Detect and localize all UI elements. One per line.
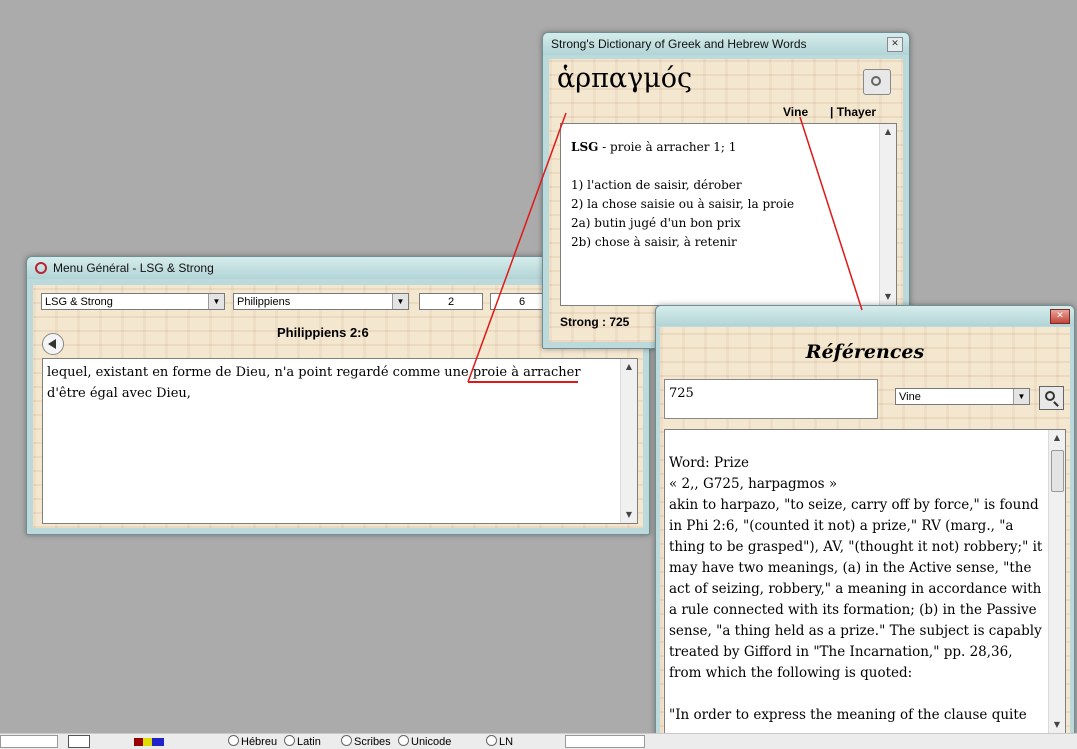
strong-number: Strong : 725	[560, 315, 630, 329]
references-window: ✕ Références 725 Vine ▼ Word: Prize « 2,…	[655, 305, 1075, 744]
radio-hebrew[interactable]: Hébreu	[228, 735, 277, 748]
tab-vine[interactable]: Vine	[783, 105, 808, 119]
references-scrollbar[interactable]: ▲ ▼	[1048, 430, 1065, 733]
app-logo-icon	[35, 262, 47, 274]
source-select[interactable]: Vine ▼	[895, 388, 1030, 405]
references-client: Références 725 Vine ▼ Word: Prize « 2,, …	[660, 327, 1070, 741]
speaker-button[interactable]	[863, 69, 891, 95]
back-arrow-icon	[48, 339, 56, 349]
scroll-up-icon[interactable]: ▲	[1049, 430, 1065, 446]
version-select-value: LSG & Strong	[45, 296, 113, 308]
book-select[interactable]: Philippiens ▼	[233, 293, 409, 310]
toolbar-button[interactable]	[68, 735, 90, 748]
references-text-area[interactable]: Word: Prize « 2,, G725, harpagmos » akin…	[664, 429, 1066, 734]
radio-label: Scribes	[354, 736, 391, 748]
radio-icon	[398, 735, 409, 746]
search-button[interactable]	[1039, 386, 1064, 410]
menu-window-title: Menu Général - LSG & Strong	[53, 261, 214, 275]
scroll-up-icon[interactable]: ▲	[880, 124, 896, 140]
search-book-icon	[1045, 391, 1055, 401]
verse-reference: Philippiens 2:6	[277, 325, 369, 340]
book-select-value: Philippiens	[237, 296, 291, 308]
toolbar-box[interactable]	[0, 735, 58, 748]
reference-paragraph: "In order to express the meaning of the …	[669, 707, 1027, 723]
verse-text-start: lequel, existant en forme de Dieu, n'a p…	[47, 365, 473, 380]
scroll-down-icon[interactable]: ▼	[880, 289, 896, 305]
chevron-down-icon[interactable]: ▼	[208, 294, 224, 309]
radio-unicode[interactable]: Unicode	[398, 735, 451, 748]
bottom-toolbar: Hébreu Latin Scribes Unicode LN	[0, 733, 1077, 749]
lsg-line: LSG - proie à arracher 1; 1	[571, 138, 874, 157]
reference-paragraph: « 2,, G725, harpagmos »	[669, 476, 838, 492]
radio-label: Unicode	[411, 736, 452, 748]
scroll-up-icon[interactable]: ▲	[621, 359, 637, 375]
strongs-titlebar[interactable]: Strong's Dictionary of Greek and Hebrew …	[543, 33, 909, 55]
definition-item: 1) l'action de saisir, dérober	[571, 178, 742, 192]
radio-icon	[341, 735, 352, 746]
strongs-dictionary-window: Strong's Dictionary of Greek and Hebrew …	[542, 32, 910, 349]
scroll-down-icon[interactable]: ▼	[1049, 717, 1065, 733]
version-select[interactable]: LSG & Strong ▼	[41, 293, 225, 310]
chevron-down-icon[interactable]: ▼	[392, 294, 408, 309]
definition-area[interactable]: LSG - proie à arracher 1; 1 1) l'action …	[560, 123, 897, 306]
greek-word: ἁρπαγμός	[557, 63, 693, 94]
tab-thayer[interactable]: | Thayer	[830, 105, 876, 119]
radio-label: Latin	[297, 736, 321, 748]
references-heading: Références	[805, 341, 925, 363]
strongs-window-title: Strong's Dictionary of Greek and Hebrew …	[551, 37, 807, 51]
definition-item: 2) la chose saisie ou à saisir, la proie	[571, 197, 795, 211]
references-titlebar[interactable]	[656, 306, 1074, 326]
reference-paragraph: akin to harpazo, "to seize, carry off by…	[669, 497, 1043, 681]
reference-paragraph	[669, 684, 1045, 705]
reference-paragraph: Word: Prize	[669, 455, 749, 471]
verse-text-area[interactable]: lequel, existant en forme de Dieu, n'a p…	[42, 358, 638, 524]
verse-text-end: d'être égal avec Dieu,	[47, 386, 191, 401]
source-select-value: Vine	[899, 391, 921, 403]
strongs-client: ἁρπαγμός Vine | Thayer LSG - proie à arr…	[549, 59, 903, 342]
flag-icon	[134, 738, 164, 746]
close-icon[interactable]: ✕	[1050, 309, 1070, 324]
chapter-input[interactable]: 2	[419, 293, 483, 310]
chevron-down-icon[interactable]: ▼	[1013, 389, 1029, 404]
radio-label: LN	[499, 736, 514, 748]
verse-highlight[interactable]: proie à arracher	[473, 365, 581, 380]
strong-number-input[interactable]: 725	[664, 379, 878, 419]
radio-latin[interactable]: Latin	[284, 735, 321, 748]
back-button[interactable]	[42, 333, 64, 355]
definition-item: 2b) chose à saisir, à retenir	[571, 235, 737, 249]
scroll-thumb[interactable]	[1051, 450, 1064, 492]
speaker-icon	[871, 76, 881, 86]
lsg-text: - proie à arracher 1; 1	[598, 140, 737, 154]
definition-scrollbar[interactable]: ▲ ▼	[879, 124, 896, 305]
radio-ln[interactable]: LN	[486, 735, 513, 748]
radio-icon	[284, 735, 295, 746]
definition-item: 2a) butin jugé d'un bon prix	[571, 216, 741, 230]
radio-icon	[228, 735, 239, 746]
close-icon[interactable]: ✕	[887, 37, 903, 52]
scroll-down-icon[interactable]: ▼	[621, 507, 637, 523]
lsg-label: LSG	[571, 140, 599, 154]
radio-scribes[interactable]: Scribes	[341, 735, 391, 748]
toolbar-field[interactable]	[565, 735, 645, 748]
radio-label: Hébreu	[241, 736, 278, 748]
verse-scrollbar[interactable]: ▲ ▼	[620, 359, 637, 523]
radio-icon	[486, 735, 497, 746]
search-handle	[1053, 401, 1059, 407]
